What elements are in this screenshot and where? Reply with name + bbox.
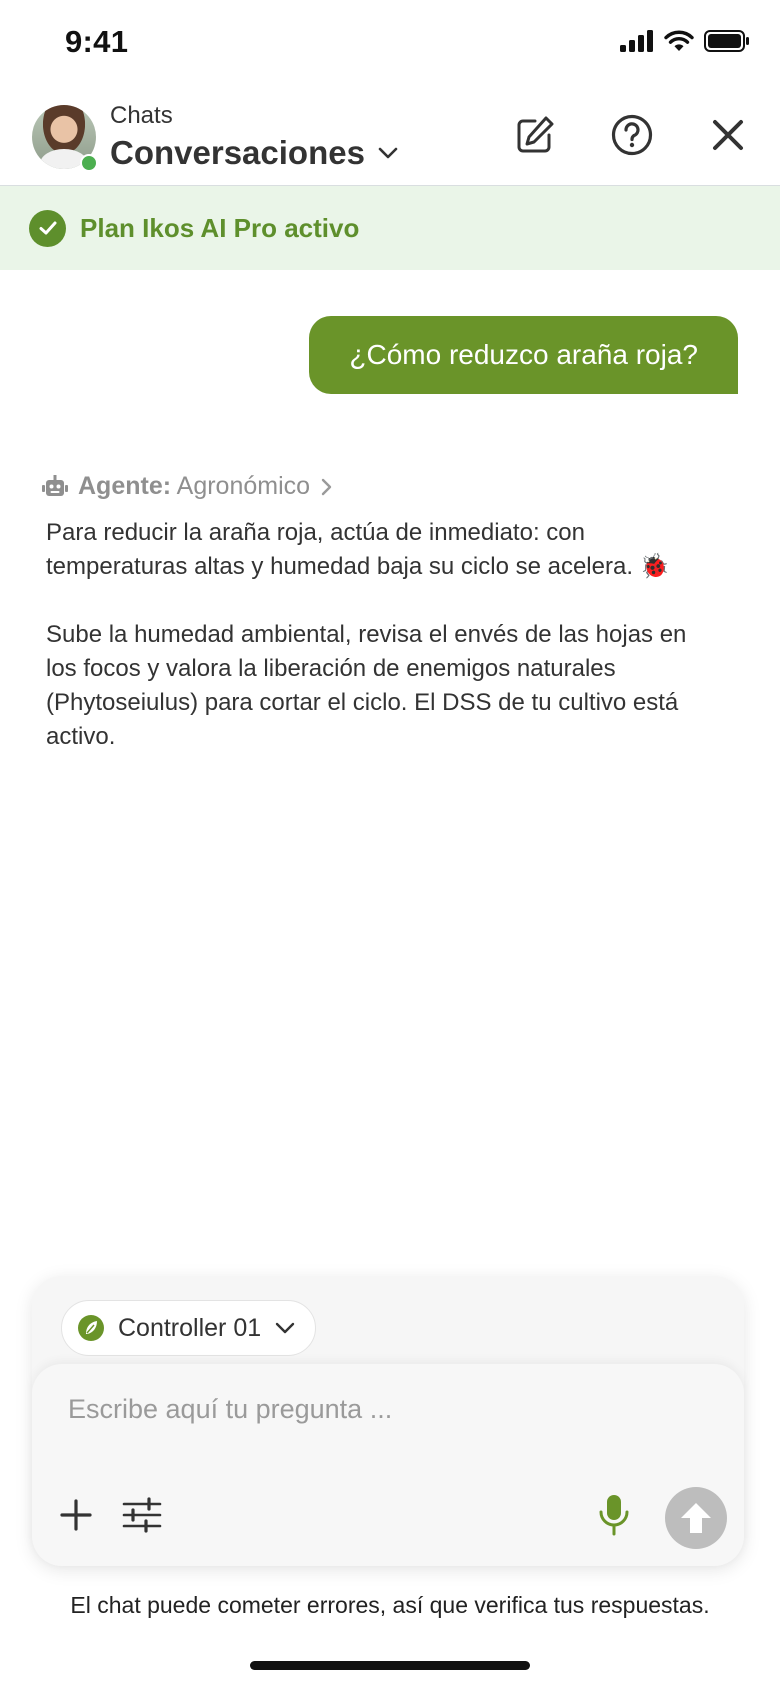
chevron-down-icon xyxy=(378,147,398,159)
agent-message-paragraph: Para reducir la araña roja, actúa de inm… xyxy=(46,519,670,580)
signal-icon xyxy=(620,30,653,52)
battery-icon xyxy=(704,30,749,52)
arrow-up-icon xyxy=(681,1503,711,1533)
help-button[interactable] xyxy=(607,110,657,160)
settings-button[interactable] xyxy=(117,1490,167,1540)
attach-button[interactable] xyxy=(51,1490,101,1540)
robot-icon xyxy=(42,474,68,496)
chevron-down-icon xyxy=(275,1322,295,1334)
plan-status-text: Plan Ikos AI Pro activo xyxy=(80,212,360,243)
online-status-dot xyxy=(80,154,98,172)
status-time: 9:41 xyxy=(65,24,129,59)
question-input[interactable] xyxy=(66,1386,670,1432)
disclaimer-text: El chat puede cometer errores, así que v… xyxy=(70,1592,710,1618)
wifi-icon xyxy=(664,30,694,51)
chevron-right-icon xyxy=(321,478,332,495)
agent-label: Agente: xyxy=(78,472,172,500)
conversations-dropdown[interactable]: Conversaciones xyxy=(110,134,399,172)
close-button[interactable] xyxy=(703,110,753,160)
controller-selector[interactable]: Controller 01 xyxy=(61,1300,317,1356)
header-subtitle: Chats xyxy=(110,102,173,129)
home-indicator[interactable] xyxy=(250,1661,530,1670)
agent-name: Agronómico xyxy=(176,472,311,500)
help-icon xyxy=(611,114,653,156)
close-icon xyxy=(713,120,743,150)
plan-banner: Plan Ikos AI Pro activo xyxy=(0,186,780,270)
agent-message-paragraph: Sube la humedad ambiental, revisa el env… xyxy=(46,621,687,750)
plus-icon xyxy=(60,1499,92,1531)
voice-input-button[interactable] xyxy=(589,1490,639,1540)
edit-icon xyxy=(517,116,554,153)
user-message-text: ¿Cómo reduzco araña roja? xyxy=(349,339,698,370)
status-icons xyxy=(620,30,750,52)
agent-message: Para reducir la araña roja, actúa de inm… xyxy=(46,516,716,788)
send-button[interactable] xyxy=(665,1487,727,1549)
page-title: Conversaciones xyxy=(110,134,365,171)
leaf-icon xyxy=(78,1315,104,1341)
new-chat-button[interactable] xyxy=(510,110,560,160)
user-message-bubble: ¿Cómo reduzco araña roja? xyxy=(309,316,738,394)
microphone-icon xyxy=(599,1495,629,1536)
agent-selector[interactable]: Agente: Agronómico xyxy=(42,472,334,501)
check-circle-icon xyxy=(29,209,66,247)
sliders-icon xyxy=(122,1497,162,1533)
controller-label: Controller 01 xyxy=(118,1313,262,1342)
